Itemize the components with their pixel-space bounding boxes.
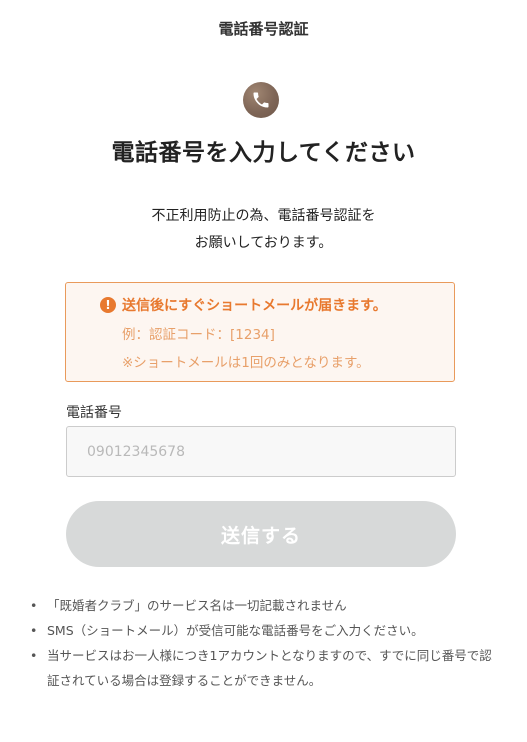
note-item: • SMS（ショートメール）が受信可能な電話番号をご入力ください。 <box>30 618 500 643</box>
notes-list: • 「既婚者クラブ」のサービス名は一切記載されません • SMS（ショートメール）が… <box>30 593 500 693</box>
notice-title: 送信後にすぐショートメールが届きます。 <box>122 298 387 314</box>
send-button[interactable]: 送信する <box>66 501 456 567</box>
notice-once-only: ※ショートメールは1回のみとなります。 <box>122 355 370 371</box>
note-item: • 当サービスはお一人様につき1アカウントとなりますので、すでに同じ番号で認証され… <box>30 643 500 693</box>
phone-number-input[interactable] <box>66 426 456 477</box>
bullet: • <box>30 623 38 638</box>
exclamation-circle-icon: ! <box>100 297 116 313</box>
phone-field-label: 電話番号 <box>66 405 122 421</box>
intro-line-1: 不正利用防止の為、電話番号認証を <box>151 208 376 224</box>
notice-example: 例：認証コード：[1234] <box>122 327 275 343</box>
note-text: SMS（ショートメール）が受信可能な電話番号をご入力ください。 <box>47 623 424 638</box>
main-heading: 電話番号を入力してください <box>111 140 416 166</box>
bullet: • <box>30 598 38 613</box>
intro-text: 不正利用防止の為、電話番号認証を お願いしております。 <box>0 203 527 257</box>
sms-notice-box: ! 送信後にすぐショートメールが届きます。 例：認証コード：[1234] ※ショ… <box>65 282 455 382</box>
note-text: 「既婚者クラブ」のサービス名は一切記載されません <box>47 598 347 613</box>
page-title: 電話番号認証 <box>218 20 309 38</box>
phone-icon <box>243 82 279 118</box>
notice-title-row: ! 送信後にすぐショートメールが届きます。 <box>100 295 387 315</box>
intro-line-2: お願いしております。 <box>194 235 333 251</box>
phone-handset-glyph <box>253 92 269 108</box>
note-item: • 「既婚者クラブ」のサービス名は一切記載されません <box>30 593 500 618</box>
note-text: 当サービスはお一人様につき1アカウントとなりますので、すでに同じ番号で認証されて… <box>47 648 492 688</box>
bullet: • <box>30 648 38 663</box>
